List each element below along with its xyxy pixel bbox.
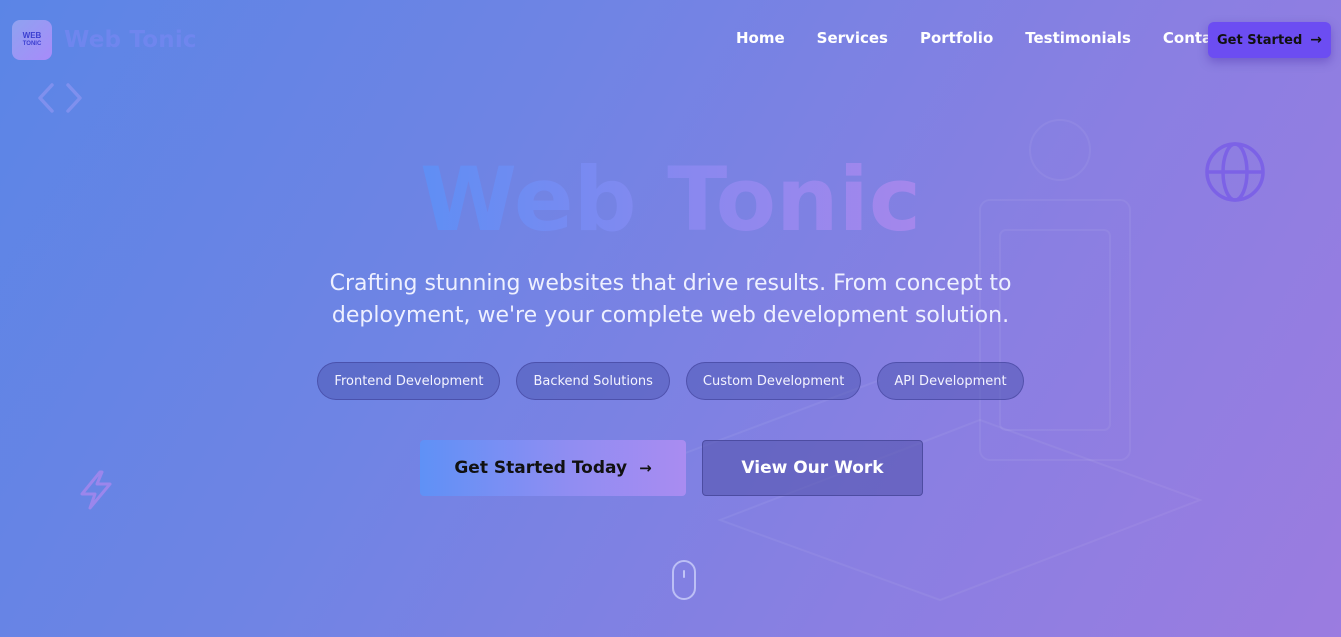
service-tags: Frontend Development Backend Solutions C…	[0, 362, 1341, 400]
arrow-right-icon: →	[639, 459, 652, 477]
header-get-started-button[interactable]: Get Started →	[1208, 22, 1331, 58]
tag-frontend-development: Frontend Development	[317, 362, 501, 400]
nav-testimonials[interactable]: Testimonials	[1025, 29, 1131, 47]
tag-backend-solutions: Backend Solutions	[516, 362, 670, 400]
logo-badge-line1: WEB	[22, 31, 42, 40]
mouse-scroll-icon[interactable]	[672, 560, 696, 600]
view-our-work-button[interactable]: View Our Work	[702, 440, 923, 496]
brand-name: Web Tonic	[64, 27, 197, 53]
tag-custom-development: Custom Development	[685, 362, 862, 400]
hero-title-text: Web Tonic	[419, 148, 921, 251]
code-brackets-icon	[38, 83, 82, 113]
tag-api-development: API Development	[877, 362, 1024, 400]
hero-title: Web Tonic	[0, 148, 1341, 252]
secondary-button-label: View Our Work	[741, 458, 884, 478]
main-nav: Home Services Portfolio Testimonials Con…	[736, 29, 1228, 47]
logo-badge-line2: TONIC	[22, 41, 42, 47]
hero-subtitle: Crafting stunning websites that drive re…	[329, 271, 1012, 328]
primary-button-label: Get Started Today	[454, 458, 628, 478]
logo-badge: WEB TONIC	[12, 20, 52, 60]
lightning-icon	[80, 470, 112, 510]
nav-services[interactable]: Services	[817, 29, 888, 47]
header-cta-label: Get Started	[1216, 32, 1303, 48]
get-started-today-button[interactable]: Get Started Today →	[420, 440, 686, 496]
mouse-wheel	[683, 570, 685, 578]
nav-portfolio[interactable]: Portfolio	[920, 29, 993, 47]
arrow-right-icon: →	[1310, 32, 1323, 48]
nav-home[interactable]: Home	[736, 29, 785, 47]
brand-logo[interactable]: WEB TONIC Web Tonic	[12, 20, 197, 60]
